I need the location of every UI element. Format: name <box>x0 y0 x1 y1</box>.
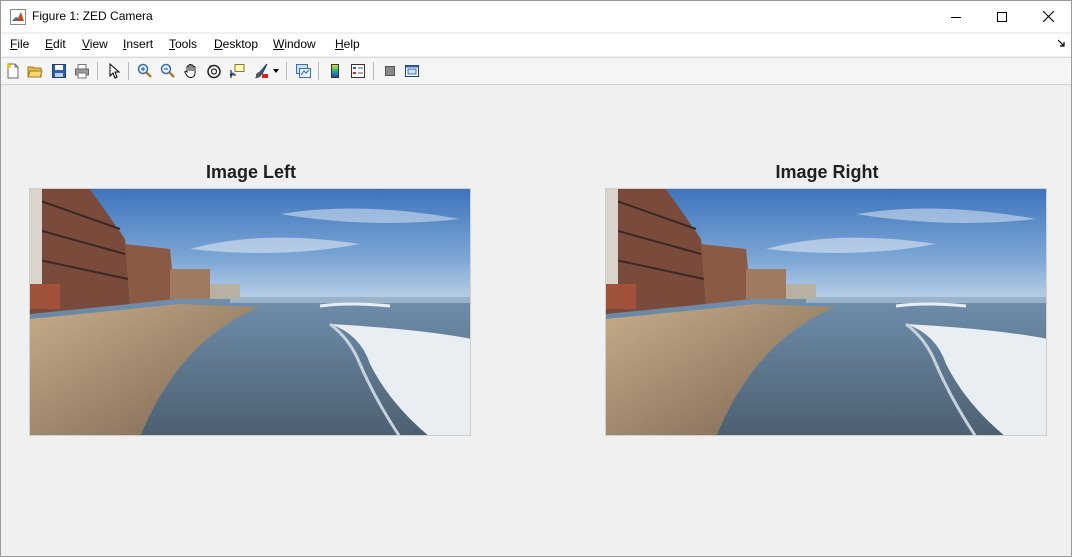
menu-help[interactable]: Help <box>335 37 360 51</box>
menu-tools[interactable]: Tools <box>169 37 197 51</box>
data-cursor-button[interactable] <box>227 61 247 81</box>
maximize-button[interactable] <box>979 1 1025 32</box>
menu-file[interactable]: File <box>10 37 29 51</box>
menu-view[interactable]: View <box>82 37 108 51</box>
pan-hand-icon <box>184 64 196 78</box>
print-icon <box>75 64 89 79</box>
close-button[interactable] <box>1025 1 1071 32</box>
rotate-3d-icon <box>207 64 221 79</box>
brush-icon <box>254 63 268 79</box>
link-plot-icon <box>296 64 311 78</box>
insert-legend-button[interactable] <box>348 61 368 81</box>
menu-window[interactable]: Window <box>273 37 316 51</box>
image-axes-left[interactable] <box>29 188 471 436</box>
minimize-button[interactable] <box>933 1 979 32</box>
matlab-logo-icon <box>10 9 26 25</box>
select-button[interactable] <box>104 61 124 81</box>
maximize-icon <box>997 11 1007 22</box>
pan-button[interactable] <box>181 61 201 81</box>
toolbar-separator <box>318 62 319 80</box>
hide-plot-tools-icon <box>385 66 395 76</box>
axes-title-left: Image Left <box>205 162 297 182</box>
select-arrow-icon <box>109 63 121 79</box>
link-plot-button[interactable] <box>293 61 313 81</box>
insert-legend-icon <box>351 64 365 78</box>
hide-plot-tools-button[interactable] <box>380 61 400 81</box>
dock-arrow-icon[interactable] <box>1057 39 1065 47</box>
show-plot-tools-button[interactable] <box>402 61 422 81</box>
new-figure-icon <box>7 63 19 79</box>
rotate-3d-button[interactable] <box>204 61 224 81</box>
show-plot-tools-icon <box>405 65 419 77</box>
menu-edit[interactable]: Edit <box>45 37 66 51</box>
data-cursor-icon <box>230 64 245 78</box>
zoom-out-button[interactable] <box>158 61 178 81</box>
brush-dropdown-button[interactable] <box>271 61 281 81</box>
toolbar-separator <box>286 62 287 80</box>
close-icon <box>1042 11 1054 22</box>
menu-desktop[interactable]: Desktop <box>214 37 258 51</box>
figure-window: Figure 1: ZED Camera File Edit View Inse… <box>0 0 1072 557</box>
brush-dropdown-icon <box>273 69 279 73</box>
toolbar-separator <box>97 62 98 80</box>
new-figure-button[interactable] <box>3 61 23 81</box>
zoom-in-button[interactable] <box>135 61 155 81</box>
title-bar[interactable]: Figure 1: ZED Camera <box>1 1 1071 32</box>
beach-photo-left <box>30 189 470 435</box>
figure-canvas: Image Left Image Right <box>1 85 1071 556</box>
image-axes-right[interactable] <box>605 188 1047 436</box>
zoom-out-icon <box>160 63 175 78</box>
toolbar-separator <box>373 62 374 80</box>
menu-bar: File Edit View Insert Tools Desktop Wind… <box>1 34 1071 56</box>
save-button[interactable] <box>49 61 69 81</box>
open-file-icon <box>27 66 43 78</box>
brush-button[interactable] <box>251 61 271 81</box>
open-file-button[interactable] <box>25 61 45 81</box>
print-button[interactable] <box>72 61 92 81</box>
minimize-icon <box>951 16 961 18</box>
window-title: Figure 1: ZED Camera <box>32 9 153 23</box>
zoom-in-icon <box>137 63 152 78</box>
save-icon <box>52 64 66 78</box>
beach-photo-right <box>606 189 1046 435</box>
menu-insert[interactable]: Insert <box>123 37 153 51</box>
figure-toolbar <box>1 58 1071 85</box>
toolbar-separator <box>128 62 129 80</box>
insert-colorbar-icon <box>331 64 339 78</box>
axes-title-right: Image Right <box>775 162 879 182</box>
insert-colorbar-button[interactable] <box>325 61 345 81</box>
